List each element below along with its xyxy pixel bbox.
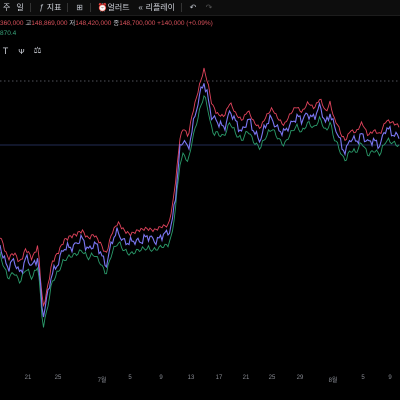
high-value: 148,869,000 <box>31 20 68 27</box>
ohlc-legend: 360,000 고148,869,000 저148,420,000 종148,7… <box>0 17 213 27</box>
x-tick-label: 9 <box>159 375 163 381</box>
price-chart[interactable] <box>0 0 400 370</box>
close-value: 148,700,000 <box>119 20 156 27</box>
open-value: 360,000 <box>0 20 24 27</box>
x-tick-label: 29 <box>296 375 304 381</box>
x-tick-label: 5 <box>361 375 365 381</box>
low-value: 148,420,000 <box>75 20 112 27</box>
x-tick-label: 7월 <box>97 378 107 384</box>
x-tick-label: 17 <box>215 375 223 381</box>
price-line <box>0 83 400 318</box>
x-tick-label: 5 <box>128 375 132 381</box>
text-tool-icon[interactable]: T <box>0 45 11 56</box>
x-tick-label: 9 <box>388 375 392 381</box>
balance-tool-icon[interactable]: ⚖ <box>32 45 43 56</box>
x-tick-label: 21 <box>24 375 32 381</box>
x-tick-label: 8월 <box>328 378 338 384</box>
x-tick-label: 21 <box>242 375 250 381</box>
time-axis: 21 25 7월 5 9 13 17 21 25 29 8월 5 9 <box>0 370 400 400</box>
change-value: +140,000 (+0.09%) <box>157 20 213 27</box>
lower-band-line <box>0 94 400 328</box>
x-tick-label: 13 <box>187 375 195 381</box>
drawing-toolbar: T ᴪ ⚖ <box>0 45 43 56</box>
indicator-legend: 870.4 <box>0 30 16 37</box>
indicator-value: 870.4 <box>0 30 17 37</box>
x-tick-label: 25 <box>54 375 62 381</box>
x-tick-label: 25 <box>268 375 276 381</box>
fork-tool-icon[interactable]: ᴪ <box>16 45 27 56</box>
